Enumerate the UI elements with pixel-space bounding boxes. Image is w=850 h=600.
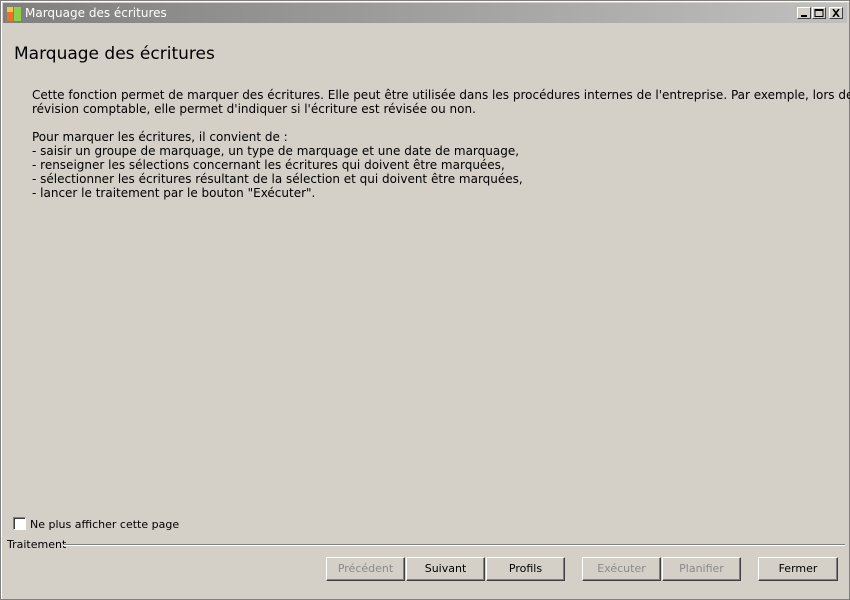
maximize-button[interactable] — [812, 7, 826, 19]
steps-list: - saisir un groupe de marquage, un type … — [32, 144, 523, 200]
main-window: Marquage des écritures Marquage des écri… — [0, 0, 850, 600]
steps-intro: Pour marquer les écritures, il convient … — [32, 130, 288, 144]
close-window-button[interactable] — [829, 7, 843, 19]
app-icon — [7, 7, 21, 21]
list-item: - lancer le traitement par le bouton "Ex… — [32, 186, 316, 200]
close-icon — [832, 9, 840, 17]
execute-button[interactable]: Exécuter — [582, 557, 661, 581]
processing-group-label: Traitement — [7, 538, 67, 551]
schedule-button[interactable]: Planifier — [662, 557, 741, 581]
next-button[interactable]: Suivant — [406, 557, 485, 581]
maximize-icon — [814, 9, 824, 17]
list-item: - saisir un groupe de marquage, un type … — [32, 144, 520, 158]
profiles-button[interactable]: Profils — [486, 557, 565, 581]
close-button[interactable]: Fermer — [758, 557, 838, 581]
hide-page-label[interactable]: Ne plus afficher cette page — [30, 518, 179, 531]
group-divider — [63, 544, 845, 546]
description-line-1: Cette fonction permet de marquer des écr… — [32, 88, 850, 102]
list-item: - sélectionner les écritures résultant d… — [32, 172, 523, 186]
list-item: - renseigner les sélections concernant l… — [32, 158, 505, 172]
minimize-icon — [801, 15, 807, 17]
minimize-button[interactable] — [797, 7, 811, 19]
window-title: Marquage des écritures — [25, 6, 167, 20]
hide-page-checkbox[interactable] — [13, 517, 26, 530]
previous-button[interactable]: Précédent — [326, 557, 405, 581]
title-bar[interactable]: Marquage des écritures — [3, 3, 847, 23]
page-title: Marquage des écritures — [14, 44, 215, 64]
description-line-2: révision comptable, elle permet d'indiqu… — [32, 102, 476, 116]
